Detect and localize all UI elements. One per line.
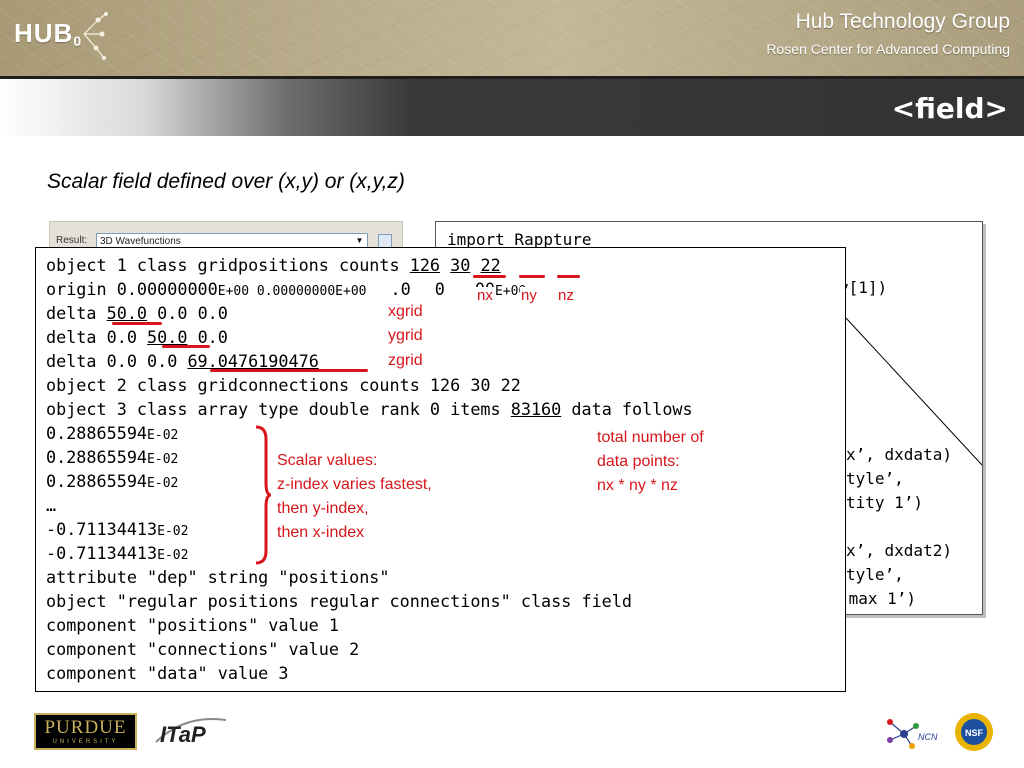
chevron-down-icon[interactable]: ▼ (354, 235, 365, 246)
highlight-dx (112, 322, 162, 325)
code-line: x’, dxdat2) (846, 541, 952, 560)
code-line: tyle’, (846, 469, 904, 488)
code-line-component: component "data" value 3 (46, 663, 289, 683)
code-line-value: -0.71134413E-02 (46, 543, 189, 563)
code-line-value: 0.28865594E-02 (46, 471, 179, 491)
code-line-origin: origin 0.00000000E+00 0.00000000E+00.000… (46, 279, 527, 299)
scalar-note-line: then x-index (277, 524, 365, 541)
slide-subtitle: Scalar field defined over (x,y) or (x,y,… (47, 170, 405, 193)
org-name: Hub Technology Group (795, 10, 1010, 33)
purdue-logo-sub: UNIVERSITY (52, 739, 119, 745)
code-line-connections: object 2 class gridconnections counts 12… (46, 375, 521, 395)
itap-logo-text: ITaP (160, 722, 206, 747)
code-line-delta-x: delta 50.0 0.0 0.0 (46, 303, 228, 323)
label-nx: nx (476, 287, 494, 304)
scalar-note-line: Scalar values: (277, 452, 378, 469)
ncn-logo: NCN (887, 719, 938, 749)
code-line-component: component "connections" value 2 (46, 639, 360, 659)
purdue-logo: PURDUE UNIVERSITY (34, 713, 137, 750)
label-ny: ny (520, 287, 538, 304)
code-line-value: -0.71134413E-02 (46, 519, 189, 539)
title-band (0, 79, 1024, 136)
result-dropdown-value: 3D Wavefunctions (100, 236, 181, 247)
highlight-dz (210, 369, 368, 372)
total-note-line: total number of (597, 429, 704, 446)
code-line-counts: object 1 class gridpositions counts 126 … (46, 255, 501, 275)
code-line-value: 0.28865594E-02 (46, 447, 179, 467)
download-button[interactable] (378, 234, 392, 248)
org-subtitle: Rosen Center for Advanced Computing (766, 41, 1010, 57)
code-line: x’, dxdata) (846, 445, 952, 464)
code-line: tyle’, (846, 565, 904, 584)
code-line-delta-z: delta 0.0 0.0 69.0476190476 (46, 351, 319, 371)
nsf-logo-text: NSF (965, 728, 984, 738)
highlight-ny (519, 275, 545, 278)
code-line: y[1]) (839, 278, 888, 297)
hub-network-icon (83, 12, 108, 60)
scalar-note-line: then y-index, (277, 500, 369, 517)
code-line: -max 1’) (839, 589, 917, 608)
label-zgrid: zgrid (388, 352, 423, 369)
total-note-line: data points: (597, 453, 680, 470)
itap-logo: ITaP (155, 718, 227, 747)
label-ygrid: ygrid (388, 327, 423, 344)
nsf-logo: NSF (955, 713, 993, 751)
code-line-attribute: attribute "dep" string "positions" (46, 567, 390, 587)
dx-file-code-box: object 1 class gridpositions counts 126 … (35, 247, 846, 692)
hub-logo-text: HUB (14, 18, 74, 48)
code-line-component: component "positions" value 1 (46, 615, 339, 635)
label-nz: nz (557, 287, 575, 304)
brace-icon (255, 425, 272, 565)
hub-logo: HUB0 (14, 18, 82, 49)
code-line-array: object 3 class array type double rank 0 … (46, 399, 693, 419)
result-dropdown[interactable]: 3D Wavefunctions ▼ (96, 233, 368, 248)
ncn-logo-text: NCN (918, 732, 938, 742)
code-line-value: 0.28865594E-02 (46, 423, 179, 443)
result-label: Result: (56, 235, 88, 246)
code-line: tity 1’) (846, 493, 924, 512)
code-line-ellipsis: … (46, 495, 57, 515)
scalar-note-line: z-index varies fastest, (277, 476, 432, 493)
highlight-dy (162, 345, 210, 348)
label-xgrid: xgrid (388, 303, 423, 320)
purdue-logo-text: PURDUE (44, 717, 127, 738)
highlight-nz (557, 275, 580, 278)
total-note-line: nx * ny * nz (597, 477, 678, 494)
slide-title: <field> (891, 92, 1008, 125)
code-line-field: object "regular positions regular connec… (46, 591, 632, 611)
code-line-delta-y: delta 0.0 50.0 0.0 (46, 327, 228, 347)
highlight-nx (473, 275, 506, 278)
